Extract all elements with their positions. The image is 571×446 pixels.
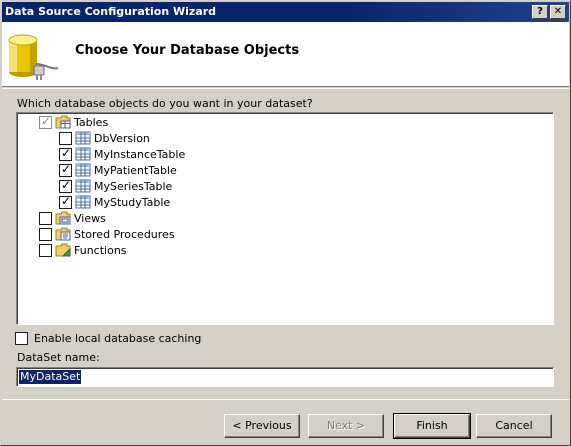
table-icon	[75, 179, 91, 193]
page-heading: Choose Your Database Objects	[75, 43, 300, 58]
close-button[interactable]: ✕	[550, 5, 566, 19]
tables-folder-icon	[55, 115, 71, 129]
functions-folder-icon	[55, 243, 71, 257]
local-caching-option[interactable]: Enable local database caching	[15, 332, 201, 345]
tree-node-table[interactable]: ✓ MySeriesTable	[59, 178, 172, 194]
wizard-header: Choose Your Database Objects	[2, 22, 569, 87]
dataset-name-input[interactable]: MyDataSet	[16, 367, 554, 387]
table-label: MyPatientTable	[94, 163, 177, 177]
table-icon	[75, 163, 91, 177]
previous-button[interactable]: < Previous	[224, 414, 300, 438]
dataset-name-value: MyDataSet	[19, 370, 82, 384]
footer-divider	[2, 399, 569, 400]
checkbox-local-caching[interactable]	[15, 332, 28, 345]
tree-node-table[interactable]: ✓ MyStudyTable	[59, 194, 170, 210]
table-icon	[75, 195, 91, 209]
tree-node-stored-procedures[interactable]: Stored Procedures	[39, 226, 175, 242]
database-plug-icon	[8, 34, 59, 80]
table-icon	[75, 131, 91, 145]
tree-label-functions: Functions	[74, 243, 127, 257]
checkbox-stored-procedures[interactable]	[39, 227, 52, 241]
checkbox-views[interactable]	[39, 211, 52, 225]
header-divider	[2, 88, 569, 89]
help-button[interactable]: ?	[532, 5, 548, 19]
next-button[interactable]: Next >	[308, 414, 384, 438]
stored-procedures-folder-icon	[55, 227, 71, 241]
tree-label-views: Views	[74, 211, 106, 225]
table-label: MyInstanceTable	[94, 147, 186, 161]
cancel-button[interactable]: Cancel	[476, 414, 552, 438]
local-caching-label: Enable local database caching	[34, 332, 202, 345]
views-folder-icon	[55, 211, 71, 225]
tree-node-functions[interactable]: Functions	[39, 242, 127, 258]
table-label: MyStudyTable	[94, 195, 171, 209]
wizard-window: Data Source Configuration Wizard ? ✕ Cho…	[0, 0, 571, 446]
checkbox-functions[interactable]	[39, 243, 52, 257]
checkbox-mystudytable[interactable]: ✓	[59, 194, 72, 209]
tree-label-tables: Tables	[74, 115, 109, 129]
title-bar[interactable]: Data Source Configuration Wizard ? ✕	[2, 2, 569, 22]
table-icon	[75, 147, 91, 161]
checkbox-myseriestable[interactable]: ✓	[59, 178, 72, 193]
checkbox-dbversion[interactable]	[59, 131, 72, 145]
checkbox-mypatienttable[interactable]: ✓	[59, 162, 72, 177]
dataset-name-label: DataSet name:	[17, 351, 100, 364]
table-label: MySeriesTable	[94, 179, 173, 193]
table-label: DbVersion	[94, 131, 150, 145]
tree-node-table[interactable]: DbVersion	[59, 130, 150, 146]
finish-button[interactable]: Finish	[393, 413, 471, 439]
database-objects-tree[interactable]: ✓ Tables DbVersion ✓ MyInstanceTable ✓ M…	[16, 112, 554, 325]
tree-node-views[interactable]: Views	[39, 210, 106, 226]
checkbox-tables[interactable]: ✓	[39, 114, 52, 129]
tree-node-table[interactable]: ✓ MyInstanceTable	[59, 146, 185, 162]
objects-prompt: Which database objects do you want in yo…	[17, 97, 313, 110]
checkbox-myinstancetable[interactable]: ✓	[59, 146, 72, 161]
tree-label-stored-procedures: Stored Procedures	[74, 227, 175, 241]
window-title: Data Source Configuration Wizard	[5, 5, 217, 18]
tree-node-tables[interactable]: ✓ Tables	[39, 114, 108, 130]
tree-node-table[interactable]: ✓ MyPatientTable	[59, 162, 177, 178]
